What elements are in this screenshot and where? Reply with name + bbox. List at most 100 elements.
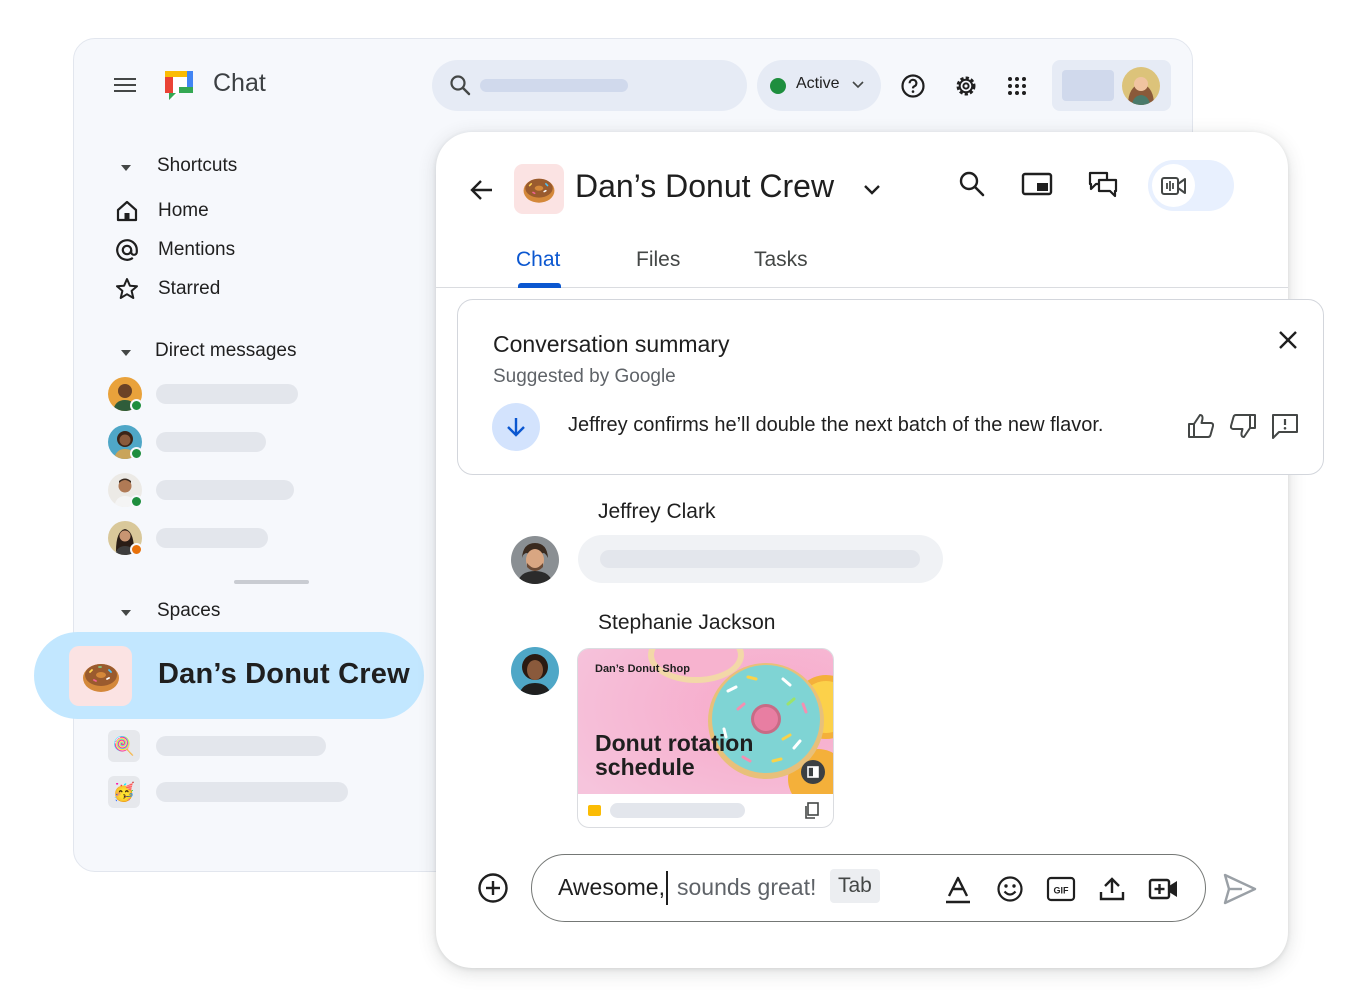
attachment-footer <box>578 794 833 827</box>
message-bubble <box>578 535 943 583</box>
conversation-tabs: Chat Files Tasks <box>436 232 1288 288</box>
status-label: Active <box>796 75 840 92</box>
space-name-placeholder <box>156 736 326 756</box>
emoji-icon[interactable] <box>996 875 1024 903</box>
back-arrow-icon[interactable] <box>468 176 496 204</box>
summary-text: Jeffrey confirms he’ll double the next b… <box>568 414 1104 436</box>
text-format-icon[interactable] <box>944 875 972 905</box>
report-feedback-icon[interactable] <box>1270 412 1300 440</box>
at-icon <box>116 239 138 261</box>
away-status-dot <box>130 543 143 556</box>
tab-tasks[interactable]: Tasks <box>754 248 808 272</box>
active-status-dot <box>770 78 786 94</box>
attachment-brand: Dan’s Donut Shop <box>595 663 690 675</box>
start-meeting-button[interactable] <box>1148 160 1234 211</box>
summary-title: Conversation summary <box>493 331 730 357</box>
conversation-title[interactable]: Dan’s Donut Crew <box>575 168 834 205</box>
message-input[interactable]: Awesome, sounds great! Tab GIF <box>531 854 1206 922</box>
chat-logo-icon <box>165 71 193 100</box>
avatar[interactable] <box>511 536 559 584</box>
menu-icon[interactable] <box>114 75 138 95</box>
sidebar-divider <box>234 580 309 584</box>
close-icon[interactable] <box>1276 328 1300 352</box>
home-icon <box>116 200 138 222</box>
meet-icon <box>1152 164 1195 207</box>
collapse-dm-icon[interactable] <box>121 350 131 356</box>
arrow-down-icon <box>507 418 525 437</box>
search-placeholder <box>480 79 628 92</box>
selected-space-label: Dan’s Donut Crew <box>158 658 410 690</box>
dm-name-placeholder <box>156 480 294 500</box>
sidebar-item-label: Home <box>158 200 209 221</box>
lollipop-icon: 🍭 <box>108 730 140 762</box>
message-sender: Stephanie Jackson <box>598 611 776 634</box>
thumbs-up-icon[interactable] <box>1186 412 1216 440</box>
sidebar-item-home[interactable]: Home <box>114 197 209 225</box>
online-status-dot <box>130 447 143 460</box>
active-tab-indicator <box>518 283 561 288</box>
sidebar-item-mentions[interactable]: Mentions <box>114 236 235 264</box>
message-sender: Jeffrey Clark <box>598 500 716 523</box>
dm-name-placeholder <box>156 384 298 404</box>
account-switcher[interactable] <box>1052 60 1171 111</box>
typed-text: Awesome, <box>558 874 665 900</box>
chevron-down-icon[interactable] <box>862 180 882 200</box>
conversation-summary-card: Conversation summary Suggested by Google… <box>457 299 1324 475</box>
search-icon <box>450 75 471 96</box>
message-text-placeholder <box>600 550 920 568</box>
sidebar-item-starred[interactable]: Starred <box>114 275 220 303</box>
summary-subtitle: Suggested by Google <box>493 366 676 387</box>
attachment-title: Donut rotation schedule <box>595 730 754 780</box>
space-name-placeholder <box>156 782 348 802</box>
search-icon[interactable] <box>958 170 986 198</box>
donut-icon <box>69 646 132 706</box>
sidebar-item-dans-donut-crew[interactable]: Dan’s Donut Crew <box>34 632 424 719</box>
threads-icon[interactable] <box>1087 170 1119 200</box>
account-placeholder <box>1062 70 1114 101</box>
tab-accept-hint: Tab <box>830 869 880 903</box>
online-status-dot <box>130 399 143 412</box>
dm-name-placeholder <box>156 432 266 452</box>
dm-name-placeholder <box>156 528 268 548</box>
open-file-icon[interactable] <box>804 802 820 820</box>
shortcuts-header[interactable]: Shortcuts <box>157 155 237 177</box>
video-meeting-icon[interactable] <box>1148 875 1180 903</box>
upload-icon[interactable] <box>1098 875 1126 903</box>
attachment-preview: Dan’s Donut Shop Donut rotation schedule <box>578 649 833 794</box>
sidebar-item-label: Mentions <box>158 239 236 260</box>
sidebar-item-label: Starred <box>158 278 221 299</box>
text-cursor <box>666 871 668 905</box>
tab-files[interactable]: Files <box>636 248 680 272</box>
apps-grid-icon[interactable] <box>1004 73 1030 99</box>
app-title: Chat <box>213 69 266 97</box>
direct-messages-header[interactable]: Direct messages <box>155 340 297 362</box>
search-input[interactable] <box>432 60 747 111</box>
add-attachment-icon[interactable] <box>477 872 509 904</box>
thumbs-down-icon[interactable] <box>1228 412 1258 440</box>
slides-badge-icon <box>801 760 825 784</box>
help-icon[interactable] <box>900 73 926 99</box>
smart-compose-suggestion: sounds great! <box>677 874 817 900</box>
send-icon[interactable] <box>1222 872 1258 906</box>
gif-icon[interactable]: GIF <box>1046 875 1076 903</box>
donut-icon <box>514 164 564 214</box>
avatar[interactable] <box>511 647 559 695</box>
chevron-down-icon <box>852 81 864 89</box>
picture-in-picture-icon[interactable] <box>1021 170 1053 198</box>
spaces-header[interactable]: Spaces <box>157 600 220 622</box>
star-icon <box>116 278 138 299</box>
attachment-filename-placeholder <box>610 803 745 818</box>
top-bar: Chat Active <box>74 39 1192 131</box>
settings-gear-icon[interactable] <box>953 73 979 99</box>
status-selector[interactable]: Active <box>757 60 881 111</box>
collapse-spaces-icon[interactable] <box>121 610 131 616</box>
attachment-card[interactable]: Dan’s Donut Shop Donut rotation schedule <box>577 648 834 828</box>
party-face-icon: 🥳 <box>108 776 140 808</box>
online-status-dot <box>130 495 143 508</box>
tab-chat[interactable]: Chat <box>516 248 560 272</box>
slides-file-icon <box>588 805 601 816</box>
user-avatar[interactable] <box>1122 67 1160 105</box>
jump-to-message-button[interactable] <box>492 403 540 451</box>
collapse-shortcuts-icon[interactable] <box>121 165 131 171</box>
svg-text:GIF: GIF <box>1054 886 1070 896</box>
